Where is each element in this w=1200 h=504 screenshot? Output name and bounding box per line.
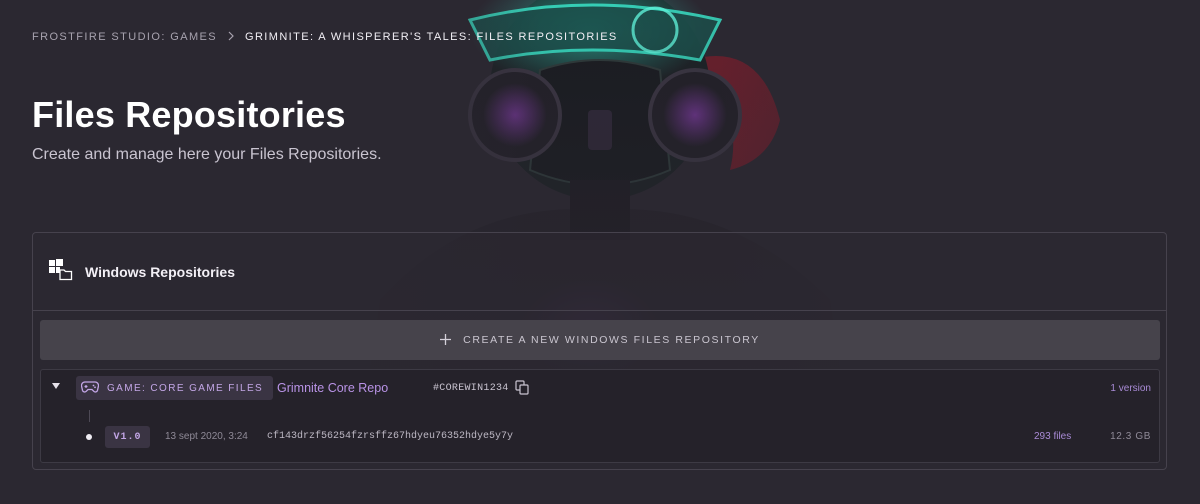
repository-id: #COREWIN1234	[433, 383, 509, 394]
breadcrumb-current-page: GRIMNITE: A WHISPERER'S TALES: FILES REP…	[245, 31, 618, 43]
caret-down-icon[interactable]	[52, 383, 60, 389]
create-repository-label: CREATE A NEW WINDOWS FILES REPOSITORY	[463, 334, 760, 346]
version-count: 1 version	[1110, 383, 1151, 394]
repository-name[interactable]: Grimnite Core Repo	[277, 381, 388, 395]
breadcrumb-studio-link[interactable]: FROSTFIRE STUDIO: GAMES	[32, 31, 217, 43]
section-title: Windows Repositories	[85, 263, 236, 280]
page-subtitle: Create and manage here your Files Reposi…	[32, 146, 382, 163]
version-badge: V1.0	[105, 426, 150, 448]
windows-repositories-panel: Windows Repositories CREATE A NEW WINDOW…	[32, 232, 1167, 470]
game-tag: GAME: CORE GAME FILES	[76, 376, 274, 400]
panel-header: Windows Repositories	[33, 233, 1166, 311]
plus-icon	[440, 330, 452, 350]
repository-item: GAME: CORE GAME FILES Grimnite Core Repo…	[40, 369, 1160, 463]
version-date: 13 sept 2020, 3:24	[165, 431, 248, 442]
version-size: 12.3 GB	[1110, 431, 1151, 442]
page-title: Files Repositories	[32, 94, 346, 135]
breadcrumb: FROSTFIRE STUDIO: GAMES GRIMNITE: A WHIS…	[32, 30, 618, 44]
gamepad-icon	[80, 380, 100, 397]
version-row: V1.0 13 sept 2020, 3:24 cf143drzf56254fz…	[41, 426, 1159, 450]
version-dot	[86, 434, 92, 440]
tree-connector	[89, 410, 90, 422]
game-tag-label: GAME: CORE GAME FILES	[107, 382, 264, 394]
chevron-right-icon	[227, 30, 235, 44]
version-files-link[interactable]: 293 files	[1034, 431, 1071, 442]
create-repository-button[interactable]: CREATE A NEW WINDOWS FILES REPOSITORY	[40, 320, 1160, 360]
version-hash: cf143drzf56254fzrsffz67hdyeu76352hdye5y7…	[267, 431, 514, 442]
repository-row: GAME: CORE GAME FILES Grimnite Core Repo…	[41, 376, 1159, 402]
windows-icon	[47, 257, 73, 286]
copy-icon[interactable]	[515, 380, 529, 400]
